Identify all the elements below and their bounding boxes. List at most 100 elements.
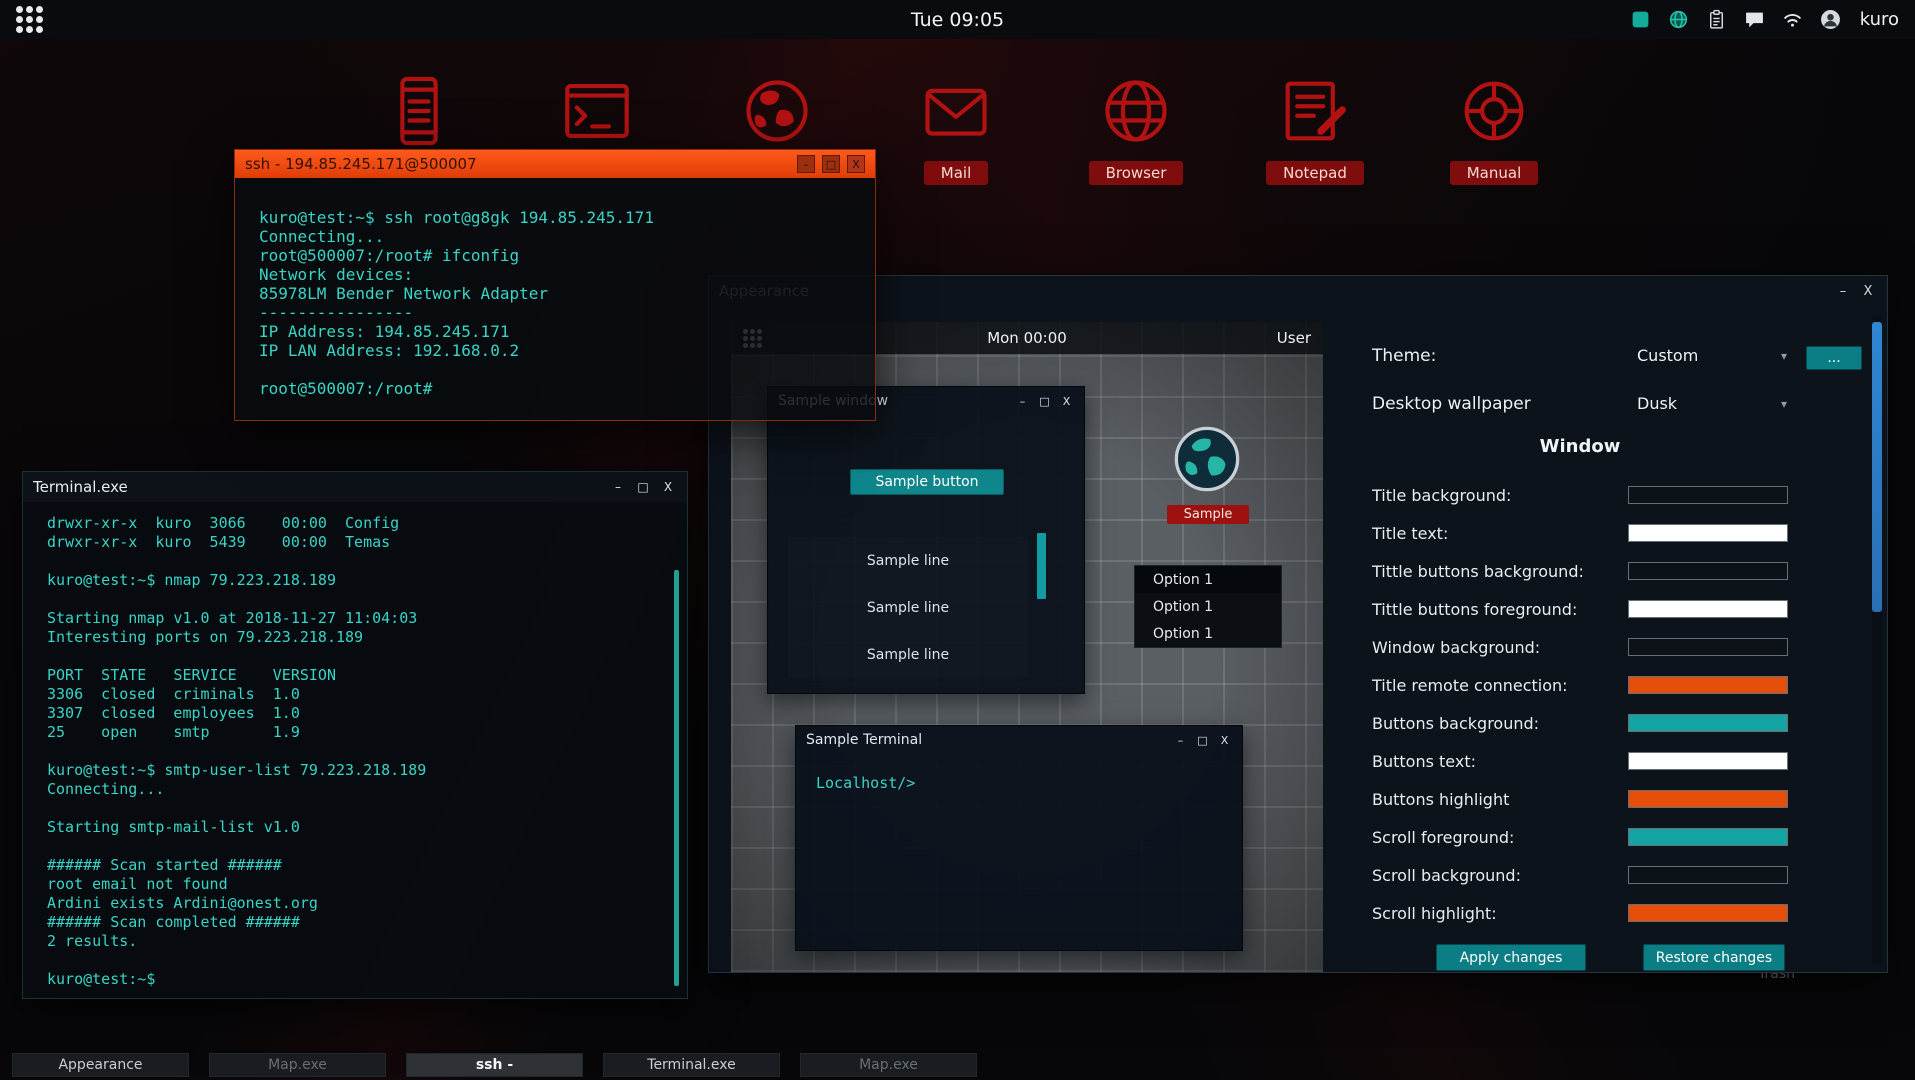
maximize-button: □ — [1195, 733, 1210, 748]
chat-icon[interactable] — [1744, 9, 1765, 30]
preview-user-label: User — [1277, 329, 1311, 347]
sample-list-item: Sample line — [788, 537, 1028, 584]
maximize-button: □ — [1037, 394, 1052, 409]
color-setting-row: Window background: — [1372, 628, 1788, 666]
ssh-titlebar[interactable]: ssh - 194.85.245.171@500007 – □ X — [235, 150, 875, 178]
wallpaper-dropdown[interactable]: Dusk ▾ — [1637, 394, 1787, 413]
close-button[interactable]: X — [659, 478, 677, 496]
app-icon[interactable] — [1630, 9, 1651, 30]
desktop-icon-label: Notepad — [1266, 161, 1364, 185]
setting-label: Title remote connection: — [1372, 676, 1568, 695]
sample-button: Sample button — [850, 469, 1004, 495]
sample-context-menu: Option 1Option 1Option 1 — [1134, 565, 1282, 648]
chevron-down-icon: ▾ — [1781, 397, 1787, 411]
sample-globe-icon — [1172, 424, 1242, 494]
color-swatch[interactable] — [1628, 524, 1788, 542]
color-swatch[interactable] — [1628, 714, 1788, 732]
terminal-titlebar[interactable]: Terminal.exe – □ X — [23, 472, 687, 502]
minimize-button[interactable]: – — [609, 478, 627, 496]
app-launcher-icon[interactable] — [16, 6, 43, 33]
context-menu-item: Option 1 — [1135, 593, 1281, 620]
desktop-icon-manual[interactable]: Manual — [1434, 73, 1554, 185]
color-setting-row: Buttons text: — [1372, 742, 1788, 780]
color-swatch[interactable] — [1628, 600, 1788, 618]
window-title: Sample Terminal — [806, 732, 1173, 748]
color-setting-row: Buttons highlight — [1372, 780, 1788, 818]
color-swatch[interactable] — [1628, 904, 1788, 922]
setting-label: Buttons text: — [1372, 752, 1476, 771]
sample-terminal-prompt: Localhost/> — [796, 754, 1242, 792]
terminal-output[interactable]: drwxr-xr-x kuro 3066 00:00 Config drwxr-… — [23, 502, 687, 997]
maximize-button[interactable]: □ — [634, 478, 652, 496]
theme-label: Theme: — [1372, 346, 1436, 366]
sample-list-item: Sample line — [788, 584, 1028, 631]
desktop-icon-globe[interactable] — [717, 73, 837, 149]
username-label: kuro — [1860, 9, 1899, 30]
color-setting-row: Scroll foreground: — [1372, 818, 1788, 856]
appearance-titlebar[interactable]: Appearance – X — [709, 276, 1887, 306]
desktop-icon-label: Mail — [924, 161, 988, 185]
maximize-button[interactable]: □ — [822, 155, 840, 173]
color-swatch[interactable] — [1628, 790, 1788, 808]
taskbar-item[interactable]: Map.exe — [209, 1053, 386, 1077]
color-setting-row: Title remote connection: — [1372, 666, 1788, 704]
color-settings-rows: Title background: Title text: Tittle but… — [1372, 476, 1788, 932]
preview-clock: Mon 00:00 — [987, 329, 1067, 347]
taskbar-item[interactable]: Map.exe — [800, 1053, 977, 1077]
user-avatar[interactable] — [1820, 9, 1841, 30]
color-swatch[interactable] — [1628, 562, 1788, 580]
theme-value: Custom — [1637, 346, 1698, 365]
ssh-window: ssh - 194.85.245.171@500007 – □ X kuro@t… — [234, 149, 876, 421]
taskbar-item[interactable]: Terminal.exe — [603, 1053, 780, 1077]
taskbar: Appearance Map.exe ssh - Terminal.exe Map.ex… — [0, 1050, 1915, 1080]
ssh-output[interactable]: kuro@test:~$ ssh root@g8gk 194.85.245.17… — [235, 178, 875, 406]
color-swatch[interactable] — [1628, 486, 1788, 504]
setting-label: Window background: — [1372, 638, 1540, 657]
restore-changes-button[interactable]: Restore changes — [1643, 944, 1785, 971]
setting-label: Tittle buttons background: — [1372, 562, 1584, 581]
color-swatch[interactable] — [1628, 676, 1788, 694]
wallpaper-label: Desktop wallpaper — [1372, 394, 1531, 414]
minimize-button[interactable]: – — [797, 155, 815, 173]
color-swatch[interactable] — [1628, 866, 1788, 884]
color-setting-row: Tittle buttons foreground: — [1372, 590, 1788, 628]
desktop-icon-browser[interactable]: Browser — [1076, 73, 1196, 185]
color-setting-row: Title background: — [1372, 476, 1788, 514]
chevron-down-icon: ▾ — [1781, 349, 1787, 363]
mail-icon — [918, 73, 994, 149]
clipboard-icon[interactable] — [1706, 9, 1727, 30]
color-swatch[interactable] — [1628, 828, 1788, 846]
window-title: ssh - 194.85.245.171@500007 — [245, 155, 797, 173]
sample-icon-label: Sample — [1167, 505, 1249, 524]
phone-icon — [381, 73, 457, 149]
desktop-icon-label: Manual — [1450, 161, 1539, 185]
color-swatch[interactable] — [1628, 752, 1788, 770]
wifi-icon[interactable] — [1782, 9, 1803, 30]
setting-label: Tittle buttons foreground: — [1372, 600, 1577, 619]
close-button[interactable]: X — [847, 155, 865, 173]
globe-icon — [739, 73, 815, 149]
terminal-scrollbar[interactable] — [674, 570, 679, 986]
window-section-header: Window — [1372, 436, 1788, 457]
desktop-icon-notepad[interactable]: Notepad — [1255, 73, 1375, 185]
color-swatch[interactable] — [1628, 638, 1788, 656]
globe-icon[interactable] — [1668, 9, 1689, 30]
desktop-icon-mail[interactable]: Mail — [896, 73, 1016, 185]
theme-dropdown[interactable]: Custom ▾ — [1637, 346, 1787, 365]
minimize-button[interactable]: – — [1834, 282, 1852, 300]
setting-label: Scroll background: — [1372, 866, 1521, 885]
theme-more-button[interactable]: ... — [1806, 346, 1862, 370]
desktop-icon-terminal[interactable] — [537, 73, 657, 149]
close-button[interactable]: X — [1859, 282, 1877, 300]
browser-icon — [1098, 73, 1174, 149]
taskbar-item[interactable]: Appearance — [12, 1053, 189, 1077]
desktop-icon-phone[interactable] — [359, 73, 479, 149]
taskbar-item[interactable]: ssh - — [406, 1053, 583, 1077]
sample-terminal-window: Sample Terminal – □ X Localhost/> — [795, 725, 1243, 951]
window-title: Terminal.exe — [33, 478, 609, 496]
minimize-button: – — [1173, 733, 1188, 748]
context-menu-item: Option 1 — [1135, 620, 1281, 647]
apply-changes-button[interactable]: Apply changes — [1436, 944, 1586, 971]
desktop-icon-label: Browser — [1089, 161, 1184, 185]
scrollbar-thumb[interactable] — [1872, 322, 1882, 612]
